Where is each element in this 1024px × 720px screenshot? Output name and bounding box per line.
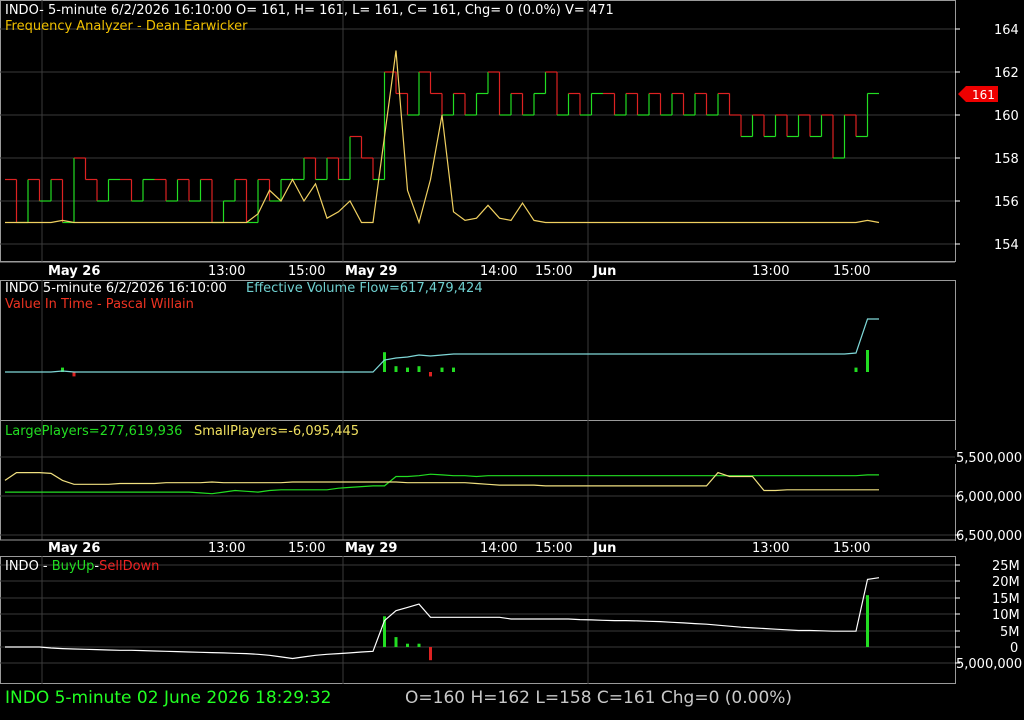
buysell-bar xyxy=(406,643,409,647)
x-tick-1500c-b: 15:00 xyxy=(833,541,870,556)
x-tick-1400-b: 14:00 xyxy=(480,541,517,556)
status-ohlc: O=160 H=162 L=158 C=161 Chg=0 (0.00%) xyxy=(405,688,793,708)
effective-volume-flow-value: Effective Volume Flow=617,479,424 xyxy=(246,281,483,296)
flow-line xyxy=(5,318,879,373)
status-bar: INDO 5-minute 02 June 2026 18:29:32 O=16… xyxy=(0,684,1024,720)
x-tick-1300b: 13:00 xyxy=(752,264,789,279)
buysell-bar xyxy=(394,637,398,647)
chart-area[interactable]: May 26 13:00 15:00 May 29 14:00 15:00 Ju… xyxy=(0,0,1024,720)
x-tick-may29-b: May 29 xyxy=(345,541,397,556)
effective-volume-flow-series xyxy=(5,318,879,373)
x-tick-1500a: 15:00 xyxy=(288,264,325,279)
x-tick-1500b-b: 15:00 xyxy=(535,541,572,556)
frequency-analyzer-title: Frequency Analyzer - Dean Earwicker xyxy=(5,19,248,34)
x-tick-1500a-b: 15:00 xyxy=(288,541,325,556)
y-tick-6000000: 6,000,000 xyxy=(956,490,1022,505)
y-tick-20m: 20M xyxy=(992,575,1020,590)
volume-bar xyxy=(383,352,386,372)
y-tick-15m: 15M xyxy=(992,592,1020,607)
price-series xyxy=(5,71,879,224)
x-tick-1300a: 13:00 xyxy=(208,264,245,279)
y-tick-0: 0 xyxy=(1010,641,1018,656)
x-tick-1400: 14:00 xyxy=(480,264,517,279)
buysell-bar xyxy=(429,647,432,661)
volume-bar xyxy=(406,367,409,372)
y-tick-156: 156 xyxy=(994,195,1019,210)
last-price-label: 161 xyxy=(972,88,995,102)
value-in-time-title: Value In Time - Pascal Willain xyxy=(5,297,194,312)
buyup-selldown-series xyxy=(5,577,880,661)
volume-bar xyxy=(440,367,444,372)
y-tick-6500000: 6,500,000 xyxy=(956,529,1022,544)
volume-bar xyxy=(452,367,455,372)
x-tick-1500c: 15:00 xyxy=(833,264,870,279)
x-tick-may26: May 26 xyxy=(48,264,100,279)
buysell-bar xyxy=(417,643,421,647)
y-tick-154: 154 xyxy=(994,238,1019,253)
x-axis-top: May 26 13:00 15:00 May 29 14:00 15:00 Ju… xyxy=(0,261,955,280)
y-tick-5500000: 5,500,000 xyxy=(956,451,1022,466)
volume-bar xyxy=(866,350,869,372)
players-series xyxy=(4,471,879,495)
y-tick-25m: 25M xyxy=(992,559,1020,574)
price-header: INDO- 5-minute 6/2/2026 16:10:00 O= 161,… xyxy=(5,3,614,18)
x-tick-1300b-b: 13:00 xyxy=(752,541,789,556)
y-tick-5m: 5M xyxy=(1000,625,1020,640)
x-tick-jun-b: Jun xyxy=(592,541,616,556)
volume-bar xyxy=(417,366,421,372)
panel3-header: LargePlayers=277,619,936 SmallPlayers=-6… xyxy=(5,424,359,439)
buysell-bar xyxy=(866,595,869,647)
y-axis-players: 5,500,000 6,000,000 6,500,000 xyxy=(955,450,1024,544)
volume-bar xyxy=(429,372,432,377)
y-tick-neg5m: 5,000,000 xyxy=(956,657,1022,672)
y-tick-160: 160 xyxy=(994,109,1019,124)
buyup-selldown-title: INDO - BuyUp-SellDown xyxy=(5,559,159,574)
y-axis-buyup: 25M 20M 15M 10M 5M 0 5,000,000 xyxy=(956,559,1022,672)
panel2-header: INDO 5-minute 6/2/2026 16:10:00 Effectiv… xyxy=(5,281,483,312)
status-symbol: INDO 5-minute 02 June 2026 18:29:32 xyxy=(5,688,332,708)
small-players-value: SmallPlayers=-6,095,445 xyxy=(194,424,359,439)
large-players-value: LargePlayers=277,619,936 xyxy=(5,424,182,439)
x-tick-may29: May 29 xyxy=(345,264,397,279)
volume-bar xyxy=(854,367,858,372)
flow-header-left: INDO 5-minute 6/2/2026 16:10:00 xyxy=(5,281,227,296)
x-tick-1300a-b: 13:00 xyxy=(208,541,245,556)
x-tick-may26-b: May 26 xyxy=(48,541,100,556)
grid-lines xyxy=(0,0,955,684)
x-tick-jun: Jun xyxy=(592,264,616,279)
panel4-header: INDO - BuyUp-SellDown xyxy=(5,559,159,574)
y-tick-158: 158 xyxy=(994,152,1019,167)
y-tick-164: 164 xyxy=(994,23,1019,38)
y-axis-price: 164 162 160 158 156 154 xyxy=(994,23,1019,253)
y-tick-10m: 10M xyxy=(992,608,1020,623)
last-price-marker: 161 xyxy=(958,86,998,102)
x-tick-1500b: 15:00 xyxy=(535,264,572,279)
x-axis-bottom: May 26 13:00 15:00 May 29 14:00 15:00 Ju… xyxy=(0,539,955,556)
buysell-cumulative-line xyxy=(5,577,880,660)
y-tick-162: 162 xyxy=(994,66,1019,81)
volume-bar xyxy=(394,366,398,372)
volume-bar xyxy=(72,372,76,377)
